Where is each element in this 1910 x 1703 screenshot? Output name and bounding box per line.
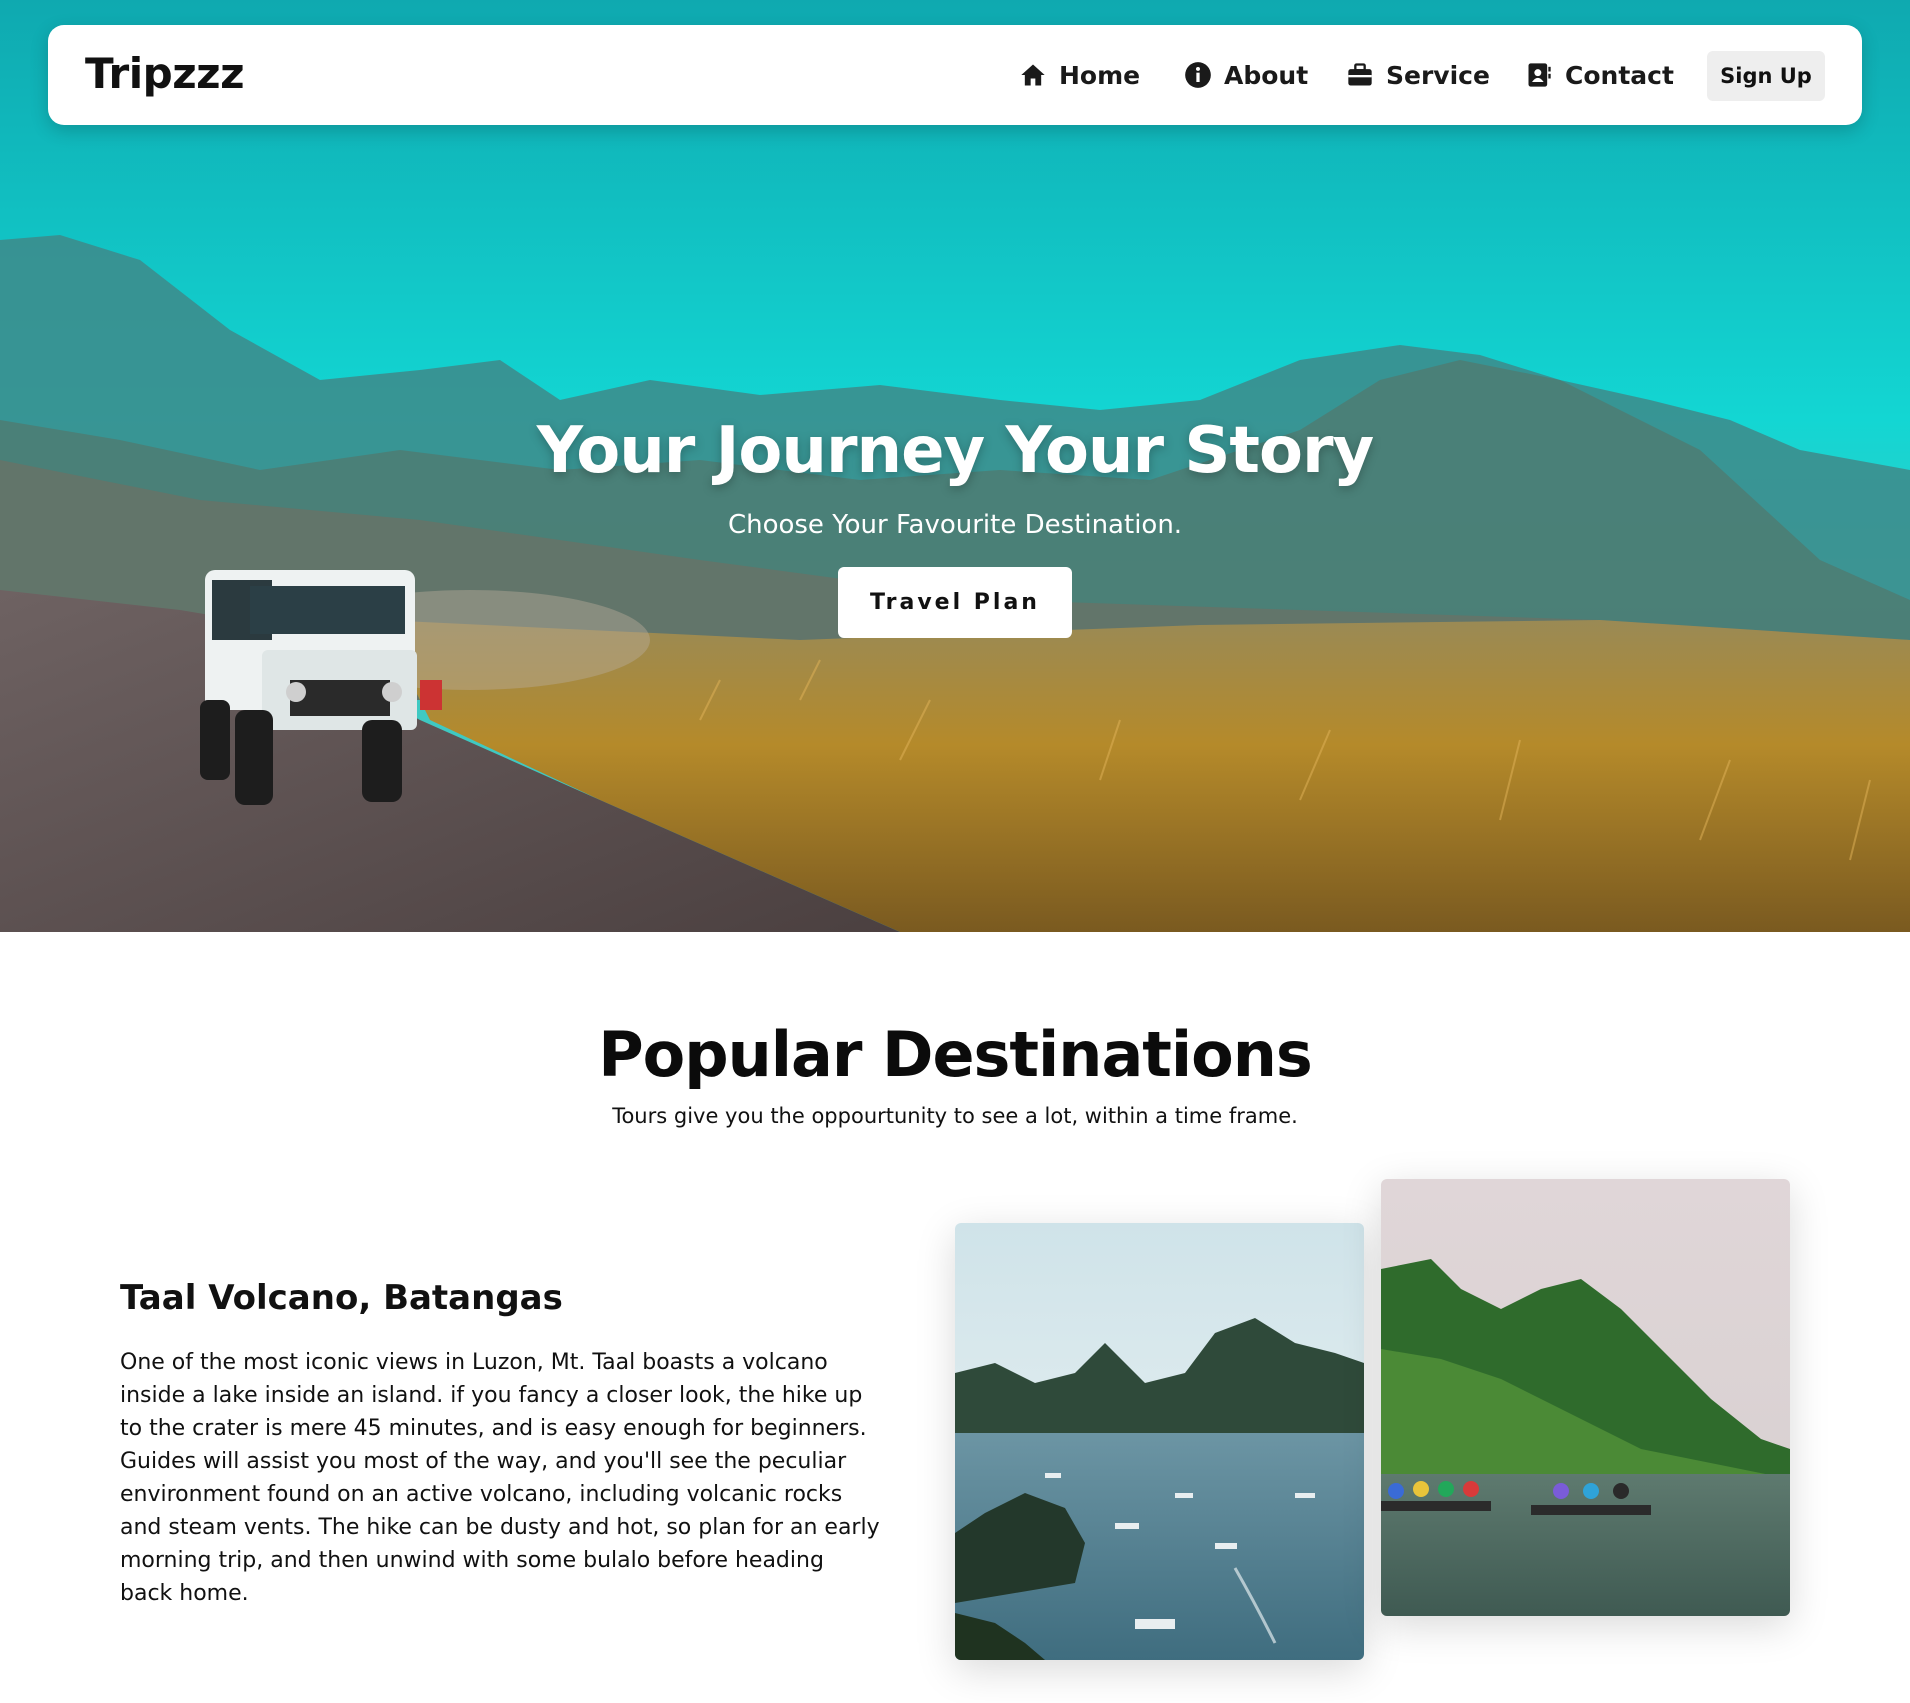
nav-item-label: Home xyxy=(1059,60,1141,90)
nav-item-home[interactable]: Home xyxy=(1019,57,1140,93)
nav-item-about[interactable]: About xyxy=(1184,57,1308,93)
brand-logo[interactable]: Tripzzz xyxy=(85,49,245,98)
hero-title: Your Journey Your Story xyxy=(536,414,1375,488)
nav-item-contact[interactable]: Contact xyxy=(1525,57,1674,93)
destination-image-river xyxy=(1381,1179,1790,1616)
signup-button[interactable]: Sign Up xyxy=(1707,51,1825,101)
river-boats-photo xyxy=(1381,1179,1790,1616)
destination-image-bay xyxy=(955,1223,1364,1660)
nav-item-label: About xyxy=(1224,60,1309,90)
destination-description: One of the most iconic views in Luzon, M… xyxy=(120,1350,880,1606)
travel-plan-button[interactable]: Travel Plan xyxy=(838,567,1072,638)
section-title: Popular Destinations xyxy=(598,1018,1313,1091)
nav-item-label: Service xyxy=(1386,60,1490,90)
destination-title: Taal Volcano, Batangas xyxy=(120,1278,563,1318)
nav-item-service[interactable]: Service xyxy=(1346,57,1490,93)
briefcase-icon xyxy=(1348,63,1372,86)
address-book-icon xyxy=(1528,63,1551,87)
navbar: Tripzzz Home About Service Contact Sign … xyxy=(48,25,1862,125)
section-subtitle: Tours give you the oppourtunity to see a… xyxy=(612,1104,1298,1128)
home-icon xyxy=(1021,64,1045,86)
bay-islands-photo xyxy=(955,1223,1364,1660)
hero-subtitle: Choose Your Favourite Destination. xyxy=(727,510,1183,540)
info-circle-icon xyxy=(1185,62,1211,88)
nav-item-label: Contact xyxy=(1565,60,1674,90)
hero-section: Tripzzz Home About Service Contact Sign … xyxy=(0,0,1910,932)
